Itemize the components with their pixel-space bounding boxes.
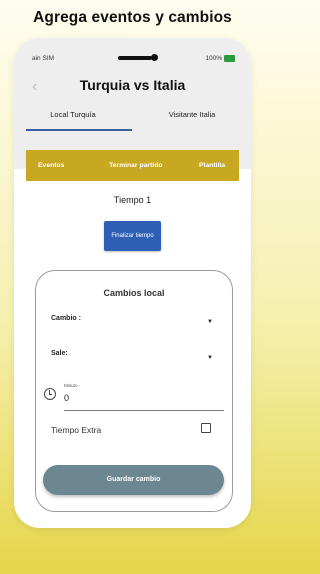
- cambio-dropdown-label[interactable]: Cambio :: [51, 315, 81, 322]
- menu-item-terminar-partido[interactable]: Terminar partido: [109, 150, 163, 181]
- tiempo-extra-label: Tiempo Extra: [51, 425, 102, 435]
- promo-headline: Agrega eventos y cambios: [33, 9, 232, 26]
- finalizar-tiempo-button[interactable]: Finalizar tiempo: [104, 221, 161, 251]
- menu-item-plantilla[interactable]: Plantilla: [199, 150, 225, 181]
- tab-indicator: [26, 129, 132, 131]
- change-form-card: Cambios local Cambio : ▼ Sale: ▼ Minuto …: [35, 270, 233, 512]
- minuto-input[interactable]: 0: [64, 393, 69, 403]
- speaker-notch: [118, 56, 152, 60]
- tab-visitante[interactable]: Visitante Italia: [133, 106, 251, 131]
- battery-icon: [224, 55, 235, 62]
- battery-indicator: 100%: [205, 55, 235, 62]
- action-menu: Eventos Terminar partido Plantilla: [26, 150, 239, 181]
- caret-down-icon[interactable]: ▼: [207, 355, 213, 361]
- period-label: Tiempo 1: [113, 195, 152, 205]
- caret-down-icon[interactable]: ▼: [207, 319, 213, 325]
- clock-icon: [44, 388, 56, 400]
- status-bar: ain SIM 100%: [14, 54, 251, 66]
- menu-item-eventos[interactable]: Eventos: [38, 150, 64, 181]
- phone-screen: ain SIM 100% ‹ Turquia vs Italia Local T…: [14, 38, 251, 528]
- camera-dot: [151, 54, 158, 61]
- guardar-cambio-button[interactable]: Guardar cambio: [43, 465, 224, 495]
- minuto-field-label: Minuto -: [64, 383, 81, 388]
- carrier-label: ain SIM: [32, 55, 55, 62]
- card-title: Cambios local: [103, 288, 165, 298]
- sale-dropdown-label[interactable]: Sale:: [51, 350, 68, 357]
- tab-local[interactable]: Local Turquía: [14, 106, 132, 131]
- tiempo-extra-checkbox[interactable]: [201, 423, 211, 433]
- minuto-underline: [64, 410, 224, 411]
- battery-percentage: 100%: [205, 55, 222, 63]
- page-title: Turquia vs Italia: [79, 77, 186, 93]
